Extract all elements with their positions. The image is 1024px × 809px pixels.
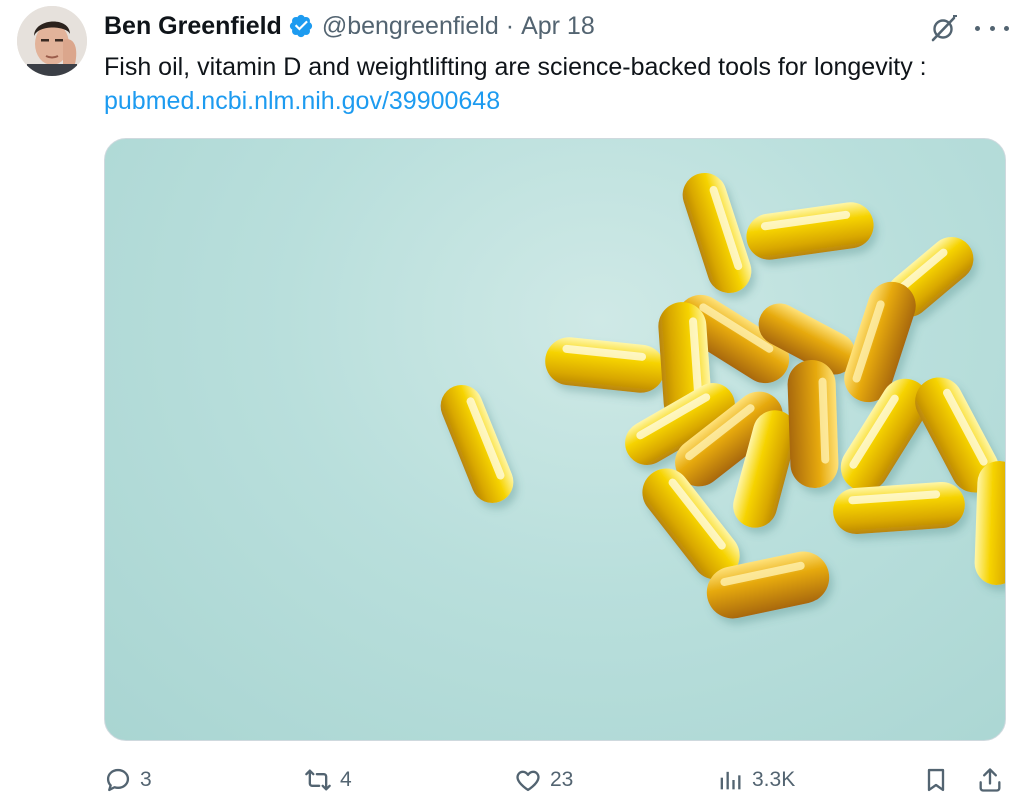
reply-button[interactable]: 3 (104, 760, 152, 800)
tweet-date[interactable]: Apr 18 (521, 12, 595, 41)
tweet-media-image[interactable] (104, 138, 1006, 741)
tweet: Ben Greenfield @bengreenfield · Apr 18 F… (0, 0, 1024, 809)
views-button[interactable]: 3.3K (716, 760, 795, 800)
views-count: 3.3K (752, 768, 796, 791)
bookmark-button[interactable] (922, 760, 950, 800)
more-dot (989, 25, 995, 31)
reply-count: 3 (140, 768, 152, 791)
more-dot (1004, 25, 1009, 31)
reply-icon (106, 768, 130, 792)
author-handle[interactable]: @bengreenfield (322, 12, 499, 41)
share-icon (979, 768, 1001, 792)
bookmark-icon (927, 768, 945, 792)
like-icon (516, 770, 540, 792)
header-separator: · (505, 11, 515, 40)
repost-button[interactable]: 4 (304, 760, 352, 800)
views-icon (720, 771, 741, 790)
like-count: 23 (550, 768, 574, 791)
tweet-actions: 3 4 23 3.3K (104, 760, 1009, 800)
author-name[interactable]: Ben Greenfield (104, 12, 282, 41)
tweet-link[interactable]: pubmed.ncbi.nlm.nih.gov/39900648 (104, 84, 500, 118)
more-icon[interactable] (975, 14, 1009, 42)
share-button[interactable] (976, 760, 1004, 800)
grok-icon[interactable] (928, 14, 958, 44)
tweet-header: Ben Greenfield @bengreenfield · Apr 18 (104, 10, 595, 42)
avatar[interactable] (17, 6, 87, 76)
repost-icon (305, 769, 331, 791)
fish-oil-capsules-image (440, 172, 1005, 619)
avatar-image (17, 6, 87, 76)
tweet-text: Fish oil, vitamin D and weightlifting ar… (104, 53, 927, 81)
verified-badge-icon (288, 13, 314, 39)
more-dot (975, 25, 980, 31)
like-button[interactable]: 23 (514, 760, 573, 800)
repost-count: 4 (340, 768, 352, 791)
